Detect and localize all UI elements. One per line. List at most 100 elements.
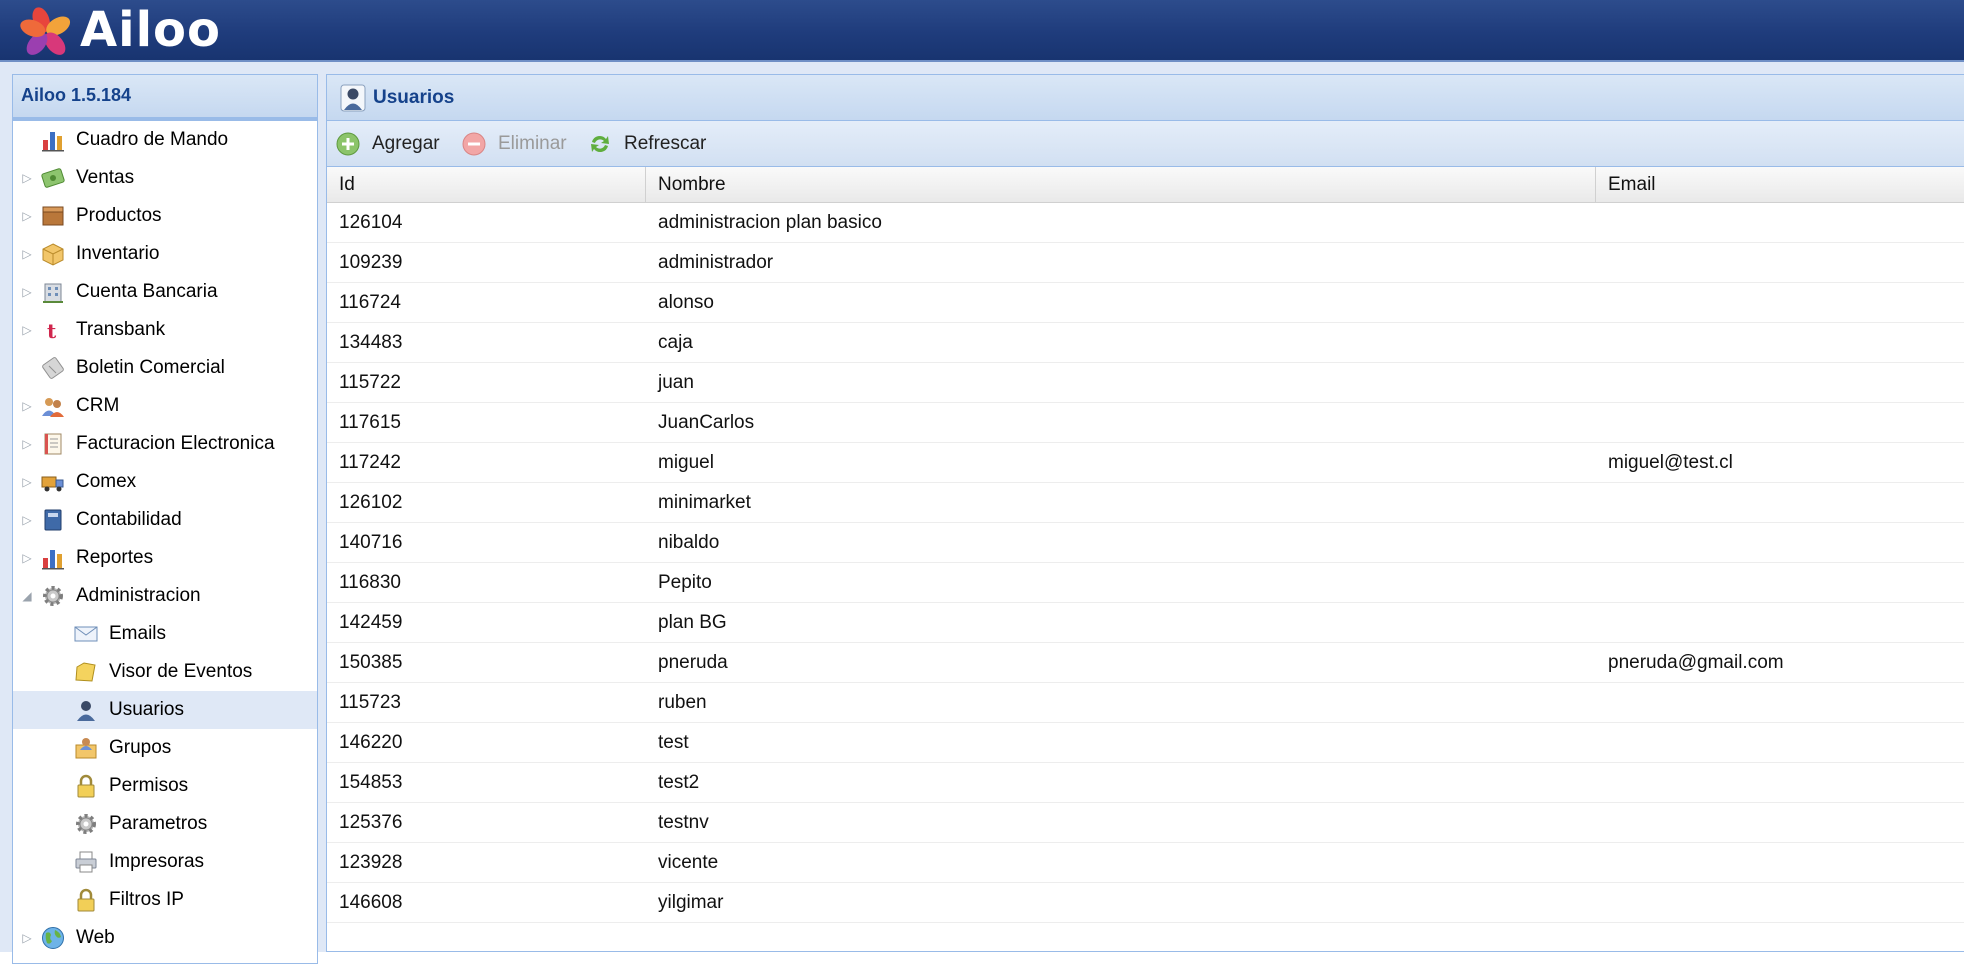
cell-email: miguel@test.cl [1608, 452, 1733, 473]
sidebar-item-label: Parametros [109, 813, 208, 834]
remove-icon [462, 132, 486, 156]
table-row[interactable]: 109239 administrador [327, 243, 1964, 283]
sidebar-item-parametros[interactable]: Parametros [13, 805, 317, 843]
sidebar-item-label: Facturacion Electronica [76, 433, 275, 454]
sidebar-item-label: Visor de Eventos [109, 661, 253, 682]
cell-id: 126102 [339, 492, 403, 513]
sidebar-item-label: CRM [76, 395, 120, 416]
sidebar-item-filtros-ip[interactable]: Filtros IP [13, 881, 317, 919]
tree-expand-icon[interactable]: ▷ [20, 463, 34, 501]
cell-nombre: yilgimar [658, 892, 724, 913]
cell-email [1596, 283, 1964, 323]
column-header-id[interactable]: Id [327, 167, 646, 202]
tree-expand-icon[interactable]: ▷ [20, 387, 34, 425]
package-icon [42, 243, 64, 266]
cell-id: 146608 [339, 892, 403, 913]
page-title: Usuarios [373, 87, 455, 108]
envelope-icon [74, 626, 98, 642]
sidebar-item-impresoras[interactable]: Impresoras [13, 843, 317, 881]
tree-expand-icon[interactable]: ▷ [20, 159, 34, 197]
sidebar-item-cuenta-bancaria[interactable]: ▷ Cuenta Bancaria [13, 273, 317, 311]
cell-id: 123928 [339, 852, 403, 873]
tree-collapse-icon[interactable]: ◢ [20, 577, 34, 615]
sidebar-item-label: Inventario [76, 243, 160, 264]
table-row[interactable]: 140716 nibaldo [327, 523, 1964, 563]
sidebar-item-grupos[interactable]: Grupos [13, 729, 317, 767]
users-grid-body: 126104 administracion plan basico 109239 ad… [327, 203, 1964, 923]
table-row[interactable]: 126104 administracion plan basico [327, 203, 1964, 243]
main-area: Ailoo 1.5.184 Cuadro de Mando ▷ Ventas ▷ Pro… [0, 62, 1964, 964]
table-row[interactable]: 116830 Pepito [327, 563, 1964, 603]
tree-expand-icon[interactable]: ▷ [20, 197, 34, 235]
sidebar-item-cuadro-de-mando[interactable]: Cuadro de Mando [13, 121, 317, 159]
table-row[interactable]: 117615 JuanCarlos [327, 403, 1964, 443]
table-row[interactable]: 146220 test [327, 723, 1964, 763]
cell-email [1596, 603, 1964, 643]
document-icon [44, 433, 62, 455]
tree-expand-icon[interactable]: ▷ [20, 273, 34, 311]
chart-icon [42, 550, 64, 570]
cell-id: 146220 [339, 732, 403, 753]
lock-icon [77, 888, 95, 912]
table-row[interactable]: 123928 vicente [327, 843, 1964, 883]
table-row[interactable]: 142459 plan BG [327, 603, 1964, 643]
sidebar-item-transbank[interactable]: ▷ t Transbank [13, 311, 317, 349]
sidebar-item-visor-de-eventos[interactable]: Visor de Eventos [13, 653, 317, 691]
column-header-email[interactable]: Email [1596, 167, 1964, 202]
table-row[interactable]: 154853 test2 [327, 763, 1964, 803]
lock-icon [77, 774, 95, 798]
table-row[interactable]: 150385 pneruda pneruda@gmail.com [327, 643, 1964, 683]
sidebar-item-label: Comex [76, 471, 137, 492]
tree-expand-icon[interactable]: ▷ [20, 311, 34, 349]
table-row[interactable]: 117242 miguel miguel@test.cl [327, 443, 1964, 483]
transbank-icon: t [47, 319, 57, 342]
table-row[interactable]: 125376 testnv [327, 803, 1964, 843]
svg-text:t: t [47, 319, 57, 342]
sidebar-item-label: Emails [109, 623, 167, 644]
sidebar-item-crm[interactable]: ▷ CRM [13, 387, 317, 425]
add-icon [336, 132, 360, 156]
sidebar-item-boletin-comercial[interactable]: Boletin Comercial [13, 349, 317, 387]
cell-nombre: miguel [658, 452, 714, 473]
cell-nombre: testnv [658, 812, 709, 833]
cell-nombre: nibaldo [658, 532, 720, 553]
cell-id: 126104 [339, 212, 403, 233]
sidebar-item-facturacion-electronica[interactable]: ▷ Facturacion Electronica [13, 425, 317, 463]
table-row[interactable]: 134483 caja [327, 323, 1964, 363]
sidebar-item-label: Productos [76, 205, 162, 226]
sidebar-item-productos[interactable]: ▷ Productos [13, 197, 317, 235]
sidebar-item-ventas[interactable]: ▷ Ventas [13, 159, 317, 197]
sidebar-item-inventario[interactable]: ▷ Inventario [13, 235, 317, 273]
cell-id: 109239 [339, 252, 403, 273]
folder-icon [75, 662, 96, 682]
sidebar-item-label: Permisos [109, 775, 189, 796]
sidebar-item-emails[interactable]: Emails [13, 615, 317, 653]
sidebar-item-usuarios[interactable]: Usuarios [13, 691, 317, 729]
table-row[interactable]: 115723 ruben [327, 683, 1964, 723]
column-header-nombre[interactable]: Nombre [646, 167, 1596, 202]
tree-expand-icon[interactable]: ▷ [20, 501, 34, 539]
tree-expand-icon[interactable]: ▷ [20, 919, 34, 957]
tree-expand-icon[interactable]: ▷ [20, 539, 34, 577]
cell-email [1596, 883, 1964, 923]
grid-header: Id Nombre Email [327, 167, 1964, 203]
table-row[interactable]: 146608 yilgimar [327, 883, 1964, 923]
tree-expand-icon[interactable]: ▷ [20, 235, 34, 273]
sidebar-item-web[interactable]: ▷ Web [13, 919, 317, 957]
sidebar-item-label: Transbank [76, 319, 166, 340]
table-row[interactable]: 115722 juan [327, 363, 1964, 403]
user-icon [340, 84, 366, 112]
table-row[interactable]: 126102 minimarket [327, 483, 1964, 523]
sidebar-item-comex[interactable]: ▷ Comex [13, 463, 317, 501]
tree-expand-icon[interactable]: ▷ [20, 425, 34, 463]
gear-icon [76, 814, 96, 834]
navigation-tree: Cuadro de Mando ▷ Ventas ▷ Productos ▷ Inventa… [13, 121, 317, 957]
table-row[interactable]: 116724 alonso [327, 283, 1964, 323]
sidebar-item-contabilidad[interactable]: ▷ Contabilidad [13, 501, 317, 539]
cell-nombre: Pepito [658, 572, 712, 593]
cell-nombre: administracion plan basico [658, 212, 882, 233]
sidebar-item-reportes[interactable]: ▷ Reportes [13, 539, 317, 577]
cell-id: 134483 [339, 332, 403, 353]
sidebar-item-permisos[interactable]: Permisos [13, 767, 317, 805]
sidebar-item-administracion[interactable]: ◢ Administracion [13, 577, 317, 615]
